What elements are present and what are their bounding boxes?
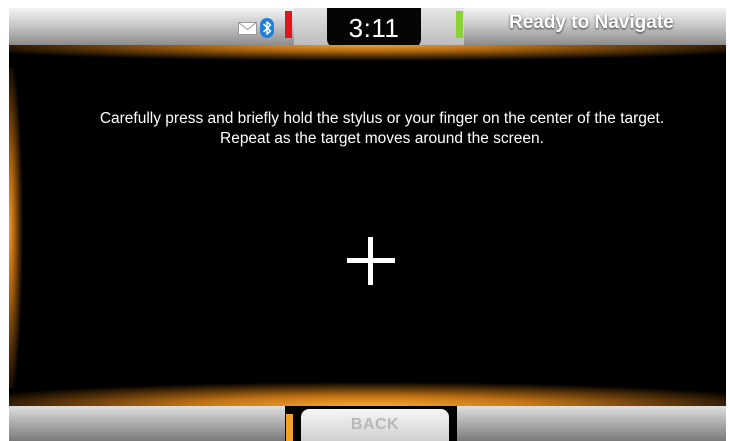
status-bar: 3:11 Ready to Navigate <box>9 8 726 48</box>
status-marker-red <box>285 11 292 38</box>
clock: 3:11 <box>327 8 421 48</box>
bottom-bar-right <box>457 406 726 441</box>
back-button[interactable]: BACK <box>301 409 449 441</box>
calibration-instructions: Carefully press and briefly hold the sty… <box>9 109 726 149</box>
bluetooth-icon <box>260 18 274 38</box>
status-marker-green <box>456 11 463 38</box>
top-glow <box>9 45 726 61</box>
bottom-glow <box>9 382 726 406</box>
crosshair-target-icon[interactable] <box>347 237 395 285</box>
calibration-screen: 3:11 Ready to Navigate Carefully press a… <box>9 8 726 441</box>
bottom-marker-orange <box>286 414 293 441</box>
navigation-status: Ready to Navigate <box>509 12 674 33</box>
clock-time: 3:11 <box>348 12 400 43</box>
bottom-bar-left <box>9 406 285 441</box>
instruction-line-1: Carefully press and briefly hold the sty… <box>99 110 665 127</box>
crosshair-vertical <box>368 237 373 285</box>
bottom-bar: BACK <box>9 406 726 441</box>
instruction-line-2: Repeat as the target moves around the sc… <box>220 130 544 147</box>
mail-icon <box>238 22 257 35</box>
